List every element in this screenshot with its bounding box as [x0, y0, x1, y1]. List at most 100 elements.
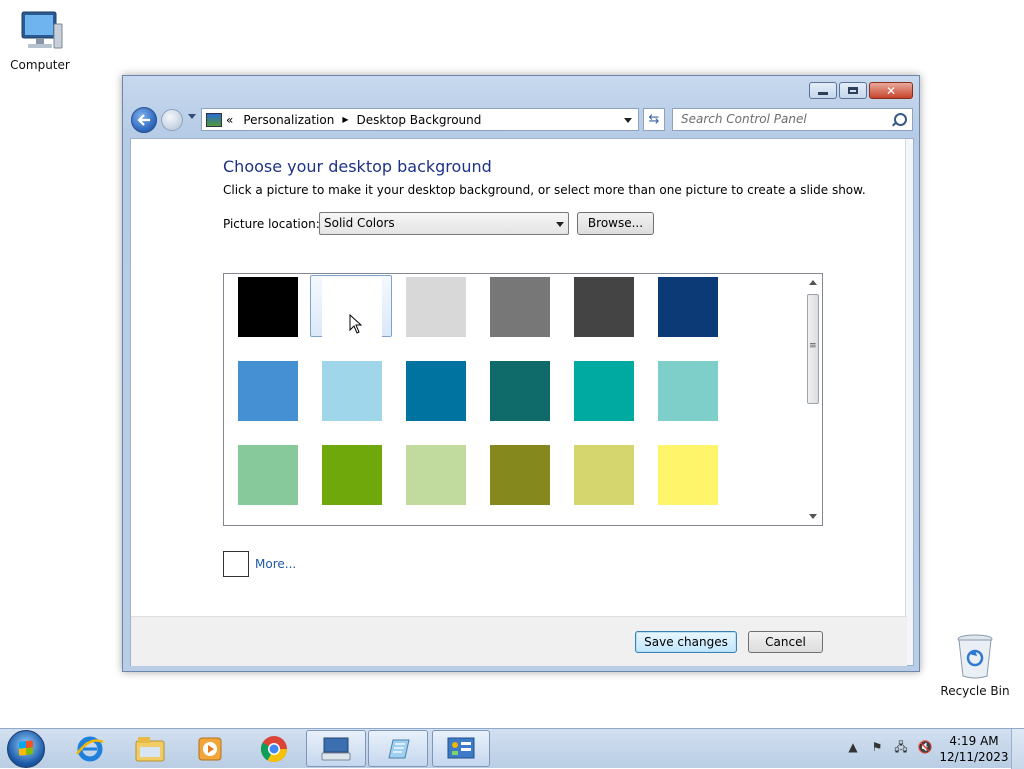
- search-placeholder: Search Control Panel: [681, 112, 807, 126]
- desktop-icon-label: Recycle Bin: [940, 684, 1010, 698]
- swatch-color: [574, 361, 634, 421]
- computer-icon: [21, 11, 63, 49]
- caption-buttons: ✕: [809, 82, 913, 99]
- address-bar[interactable]: « Personalization ▶ Desktop Background: [201, 108, 639, 131]
- swatch-color: [238, 277, 298, 337]
- picture-location-select[interactable]: Solid Colors: [319, 212, 569, 235]
- desktop-icon-label: Computer: [10, 58, 70, 72]
- color-swatch-4[interactable]: [478, 275, 560, 337]
- taskbar-notepad[interactable]: [368, 730, 428, 767]
- color-swatch-12[interactable]: [646, 359, 728, 421]
- color-swatch-1[interactable]: [226, 275, 308, 337]
- taskbar-control-panel[interactable]: [432, 730, 490, 767]
- color-swatch-3[interactable]: [394, 275, 476, 337]
- chrome-icon: [260, 735, 288, 762]
- cancel-button[interactable]: Cancel: [748, 631, 823, 653]
- swatch-color: [574, 277, 634, 337]
- breadcrumb-desktop-background[interactable]: Desktop Background: [356, 113, 481, 127]
- minimize-button[interactable]: [809, 82, 837, 99]
- action-center-icon[interactable]: ⚑: [869, 739, 885, 755]
- minimize-icon: [818, 91, 828, 95]
- refresh-icon: ⇆: [648, 112, 660, 127]
- color-swatch-9[interactable]: [394, 359, 476, 421]
- swatch-color: [238, 361, 298, 421]
- forward-button[interactable]: [161, 109, 183, 131]
- page-description: Click a picture to make it your desktop …: [223, 183, 866, 197]
- color-swatch-list: [223, 273, 823, 526]
- swatch-color: [658, 445, 718, 505]
- color-swatch-15[interactable]: [394, 443, 476, 505]
- breadcrumb-personalization[interactable]: Personalization: [243, 113, 334, 127]
- media-player-icon: [198, 737, 222, 760]
- picture-location-value: Solid Colors: [324, 216, 395, 230]
- taskbar: ▲ ⚑ 🖧 🔇 4:19 AM 12/11/2023: [0, 728, 1024, 769]
- close-icon: ✕: [885, 83, 897, 98]
- color-swatch-16[interactable]: [478, 443, 560, 505]
- color-swatch-7[interactable]: [226, 359, 308, 421]
- show-hidden-icons-button[interactable]: ▲: [845, 739, 861, 755]
- clock-date: 12/11/2023: [939, 750, 1009, 764]
- swatch-color: [490, 361, 550, 421]
- taskbar-media-player[interactable]: [182, 730, 238, 767]
- scroll-thumb[interactable]: [807, 294, 819, 404]
- internet-explorer-icon: [75, 736, 104, 761]
- start-button[interactable]: [7, 730, 45, 768]
- color-swatch-6[interactable]: [646, 275, 728, 337]
- color-swatch-8[interactable]: [310, 359, 392, 421]
- network-icon[interactable]: 🖧: [893, 739, 909, 755]
- swatch-color: [322, 445, 382, 505]
- taskbar-windows-explorer[interactable]: [122, 730, 178, 767]
- keyboard-app-icon: [321, 737, 351, 760]
- volume-muted-icon[interactable]: 🔇: [917, 739, 933, 755]
- close-button[interactable]: ✕: [869, 82, 913, 99]
- swatch-color: [406, 277, 466, 337]
- picture-location-label: Picture location:: [223, 217, 320, 231]
- browse-button[interactable]: Browse...: [577, 212, 654, 235]
- color-swatch-2[interactable]: [310, 275, 392, 337]
- recent-pages-dropdown[interactable]: [188, 114, 196, 119]
- chevron-down-icon: [556, 222, 564, 227]
- more-colors-swatch[interactable]: [223, 551, 249, 577]
- clock-time: 4:19 AM: [949, 734, 999, 748]
- system-tray: ▲ ⚑ 🖧 🔇: [845, 739, 933, 755]
- taskbar-chrome[interactable]: [246, 730, 302, 767]
- color-swatch-17[interactable]: [562, 443, 644, 505]
- maximize-icon: [848, 87, 858, 94]
- refresh-button[interactable]: ⇆: [643, 108, 665, 131]
- color-swatch-5[interactable]: [562, 275, 644, 337]
- swatch-color: [658, 361, 718, 421]
- scroll-up-icon[interactable]: [809, 280, 817, 285]
- address-dropdown-icon[interactable]: [624, 118, 632, 123]
- color-swatch-13[interactable]: [226, 443, 308, 505]
- mouse-cursor-icon: [349, 314, 363, 334]
- breadcrumb-arrow-icon[interactable]: ▶: [342, 115, 348, 124]
- scroll-down-icon[interactable]: [809, 514, 817, 519]
- taskbar-internet-explorer[interactable]: [62, 730, 118, 767]
- address-overflow[interactable]: «: [226, 113, 233, 127]
- show-desktop-button[interactable]: [1011, 729, 1024, 769]
- swatch-color: [238, 445, 298, 505]
- desktop-icon-computer[interactable]: Computer: [0, 10, 80, 72]
- search-icon[interactable]: [894, 113, 907, 126]
- swatch-color: [406, 361, 466, 421]
- clock[interactable]: 4:19 AM 12/11/2023: [938, 733, 1010, 765]
- page-title: Choose your desktop background: [223, 157, 492, 176]
- vertical-scrollbar[interactable]: [805, 274, 822, 525]
- color-swatch-14[interactable]: [310, 443, 392, 505]
- more-colors-link[interactable]: More...: [255, 557, 296, 571]
- color-swatch-11[interactable]: [562, 359, 644, 421]
- desktop-background-window: ✕ « Personalization ▶ Desktop Background…: [122, 75, 920, 672]
- swatch-color: [406, 445, 466, 505]
- desktop-icon-recycle-bin[interactable]: Recycle Bin: [935, 632, 1015, 698]
- taskbar-keyboard-app[interactable]: [306, 730, 366, 767]
- content-area: Choose your desktop background Click a p…: [130, 138, 914, 666]
- back-button[interactable]: [131, 107, 157, 133]
- search-input[interactable]: Search Control Panel: [672, 108, 913, 131]
- swatch-color: [490, 277, 550, 337]
- navigation-bar: « Personalization ▶ Desktop Background ⇆…: [131, 106, 913, 134]
- color-swatch-18[interactable]: [646, 443, 728, 505]
- save-changes-button[interactable]: Save changes: [635, 631, 737, 653]
- maximize-button[interactable]: [839, 82, 867, 99]
- control-panel-icon: [206, 112, 222, 127]
- color-swatch-10[interactable]: [478, 359, 560, 421]
